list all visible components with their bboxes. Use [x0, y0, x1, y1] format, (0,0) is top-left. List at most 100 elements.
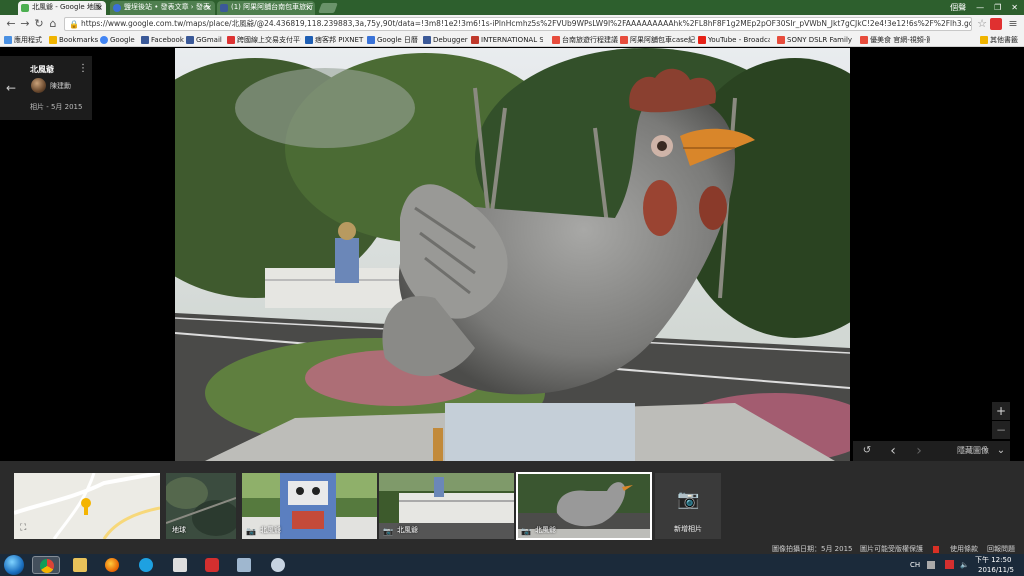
url-text: https://www.google.com.tw/maps/place/北風爺… [81, 19, 972, 28]
more-options-icon[interactable]: ⋮ [78, 64, 88, 74]
bookmark-icon [620, 36, 628, 44]
forum-favicon-icon [113, 4, 121, 12]
camera-icon: 📷 [246, 527, 256, 536]
tab-google-maps[interactable]: 北風爺 - Google 地圖 × [18, 1, 106, 15]
close-window-icon[interactable]: ✕ [1011, 3, 1018, 12]
taskbar-app-tool[interactable] [264, 556, 292, 574]
zoom-out-button[interactable]: − [992, 421, 1010, 439]
menu-icon[interactable]: ≡ [1006, 17, 1020, 31]
app-icon [173, 558, 187, 572]
bookmark-bookmarks[interactable]: Bookmarks [49, 35, 98, 45]
attribution-bar: 圖像拍攝日期：5月 2015 圖片可能受版權保護 使用條款 回報問題 [0, 545, 1024, 554]
apps-icon [4, 36, 12, 44]
close-icon[interactable]: × [96, 1, 103, 14]
photo-thumbnail-3-selected[interactable]: 📷 北風爺 [516, 472, 652, 540]
bookmark-star-icon[interactable]: ☆ [975, 17, 989, 31]
minimize-icon[interactable]: — [976, 3, 984, 12]
thumbnail-label: 北風爺 [397, 526, 418, 534]
bookmark-agoo[interactable]: 阿果阿舖包車case紀 [620, 35, 695, 45]
volume-icon[interactable]: 🔈 [960, 561, 969, 569]
folder-icon [73, 558, 87, 572]
capture-date: 圖像拍攝日期：5月 2015 [772, 545, 853, 553]
folder-icon [980, 36, 988, 44]
main-photo[interactable] [175, 48, 850, 461]
terms-link[interactable]: 使用條款 [950, 545, 978, 554]
tab-facebook[interactable]: (1) 阿果阿舖台南包車旅行 × [217, 1, 315, 15]
tab-forum-post[interactable]: 鹽埕後站 • 發表文章 › 發表 × [110, 1, 215, 15]
bookmark-food[interactable]: 優美食 官網-視頻-節 [860, 35, 930, 45]
clock-date[interactable]: 2016/11/5 [978, 566, 1014, 574]
extension-icon[interactable] [990, 18, 1002, 30]
bookmark-apps[interactable]: 應用程式 [4, 35, 42, 45]
start-button-icon[interactable] [4, 555, 24, 575]
next-photo-icon[interactable]: › [909, 441, 929, 461]
home-icon[interactable]: ⌂ [46, 17, 60, 31]
bookmark-pixnet[interactable]: 痞客邦 PIXNET [305, 35, 363, 45]
lock-icon: 🔒 [69, 20, 79, 29]
user-label[interactable]: 個聲 [950, 2, 966, 13]
facebook-icon [423, 36, 431, 44]
input-method-indicator[interactable]: CH [910, 561, 920, 569]
taskbar-app[interactable] [166, 556, 194, 574]
bookmark-other[interactable]: 其他書籤 [980, 35, 1018, 45]
bookmark-gmail[interactable]: GGmail [186, 35, 222, 45]
bookmark-payment[interactable]: 跨國線上交易支付平台 [227, 35, 301, 45]
bookmark-youtube[interactable]: YouTube - Broadcas [698, 35, 770, 45]
place-title[interactable]: 北風爺 [30, 64, 54, 75]
app-icon [205, 558, 219, 572]
add-photo-label: 新增相片 [674, 525, 702, 533]
expand-chevron-icon[interactable]: ⌄ [994, 441, 1008, 461]
bookmark-facebook[interactable]: Facebook [141, 35, 184, 45]
taskbar-explorer[interactable] [66, 556, 94, 574]
expand-map-icon[interactable]: ⛶ [20, 523, 26, 533]
author-avatar[interactable] [31, 78, 46, 93]
taskbar-chrome[interactable] [32, 556, 60, 574]
photo-thumbnail-2[interactable]: 📷 北風爺 [379, 473, 514, 539]
zoom-in-button[interactable]: + [992, 402, 1010, 420]
internet-explorer-icon [139, 558, 153, 572]
reload-icon[interactable]: ↻ [32, 17, 46, 31]
taskbar-app-red[interactable] [198, 556, 226, 574]
close-icon[interactable]: × [205, 1, 212, 14]
bookmarks-bar: 應用程式 Bookmarks Google Facebook GGmail 跨國… [0, 33, 1024, 47]
close-icon[interactable]: × [305, 1, 312, 14]
report-problem-link[interactable]: 回報問題 [987, 545, 1015, 554]
forward-icon[interactable]: → [18, 17, 32, 31]
photo-thumbnail-1[interactable]: 📷 北風爺 [242, 473, 377, 539]
new-tab-button[interactable] [318, 3, 338, 13]
bookmark-icon [227, 36, 235, 44]
clock-time[interactable]: 下午 12:50 [975, 555, 1011, 565]
hide-imagery-button[interactable]: 隱藏圖像 [953, 441, 993, 461]
facebook-favicon-icon [220, 4, 228, 12]
add-photo-camera-icon: 📷 [677, 489, 700, 510]
back-icon[interactable]: ← [4, 17, 18, 31]
earth-thumbnail[interactable]: 地球 [166, 473, 236, 539]
taskbar-ie[interactable] [132, 556, 160, 574]
bookmark-calendar[interactable]: Google 日曆 [367, 35, 418, 45]
mini-map[interactable] [14, 473, 160, 539]
taskbar-app-window[interactable] [230, 556, 258, 574]
previous-photo-icon[interactable]: ‹ [883, 441, 903, 461]
bookmark-tainan[interactable]: 台南旅遊行程建議 [552, 35, 618, 45]
copyright-notice[interactable]: 圖片可能受版權保護 [860, 545, 923, 554]
rotate-icon[interactable]: ↺ [857, 441, 877, 461]
bookmark-google[interactable]: Google [100, 35, 135, 45]
thumbnail-label: 北風爺 [260, 526, 281, 534]
address-bar[interactable]: 🔒 https://www.google.com.tw/maps/place/北… [64, 17, 972, 31]
window-icon [237, 558, 251, 572]
camera-icon: 📷 [521, 527, 531, 536]
bookmark-international[interactable]: INTERNATIONAL SI [471, 35, 543, 45]
report-flag-icon[interactable] [933, 546, 939, 553]
tray-icon[interactable] [927, 561, 935, 569]
antivirus-icon[interactable] [945, 560, 954, 569]
bookmark-icon [471, 36, 479, 44]
bookmark-debugger[interactable]: Debugger [423, 35, 468, 45]
bookmark-sony[interactable]: SONY DSLR Family [777, 35, 852, 45]
back-arrow-icon[interactable]: ← [0, 56, 22, 120]
maximize-icon[interactable]: ❐ [994, 3, 1001, 12]
add-photo-button[interactable]: 📷 新增相片 [655, 473, 721, 539]
author-name[interactable]: 陳建勳 [50, 81, 71, 91]
star-icon [49, 36, 57, 44]
calendar-icon [367, 36, 375, 44]
taskbar-firefox[interactable] [98, 556, 126, 574]
